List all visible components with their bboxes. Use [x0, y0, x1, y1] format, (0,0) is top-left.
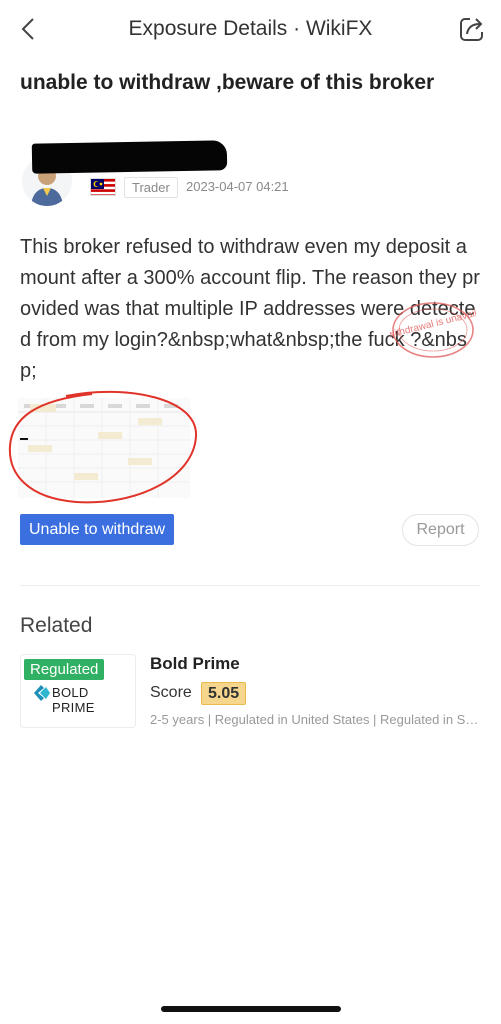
- broker-name: Bold Prime: [150, 654, 240, 673]
- regulated-badge: Regulated: [24, 659, 105, 680]
- section-divider: [20, 585, 480, 586]
- post-title: unable to withdraw ,beware of this broke…: [20, 71, 435, 94]
- report-button[interactable]: Report: [402, 514, 479, 546]
- related-broker-card[interactable]: Regulated BOLD PRIME Bold Prime Score 5.…: [20, 654, 482, 730]
- withdrawal-unavailable-stamp: The withdrawal is unavailable: [367, 300, 497, 360]
- home-indicator[interactable]: [161, 1006, 341, 1012]
- share-button[interactable]: [457, 14, 487, 44]
- red-circle-annotation: [6, 388, 202, 510]
- score-label: Score: [150, 684, 192, 701]
- related-heading: Related: [20, 614, 93, 637]
- score-badge: 5.05: [201, 682, 247, 705]
- share-icon: [460, 18, 483, 41]
- redacted-username: [31, 140, 228, 174]
- broker-meta: 2-5 years | Regulated in United States |…: [150, 712, 482, 727]
- malaysia-flag-icon: [90, 178, 116, 196]
- post-timestamp: 2023-04-07 04:21: [186, 179, 289, 194]
- broker-logo-text: BOLD PRIME: [52, 685, 95, 715]
- author-row: Trader 2023-04-07 04:21: [20, 140, 480, 206]
- category-tag-unable-to-withdraw[interactable]: Unable to withdraw: [20, 514, 175, 545]
- bold-prime-logo-icon: [34, 685, 50, 701]
- author-role-badge: Trader: [124, 177, 178, 198]
- broker-logo: Regulated BOLD PRIME: [20, 654, 136, 728]
- page-title: Exposure Details · WikiFX: [128, 17, 373, 40]
- top-nav-bar: Exposure Details · WikiFX: [0, 0, 501, 60]
